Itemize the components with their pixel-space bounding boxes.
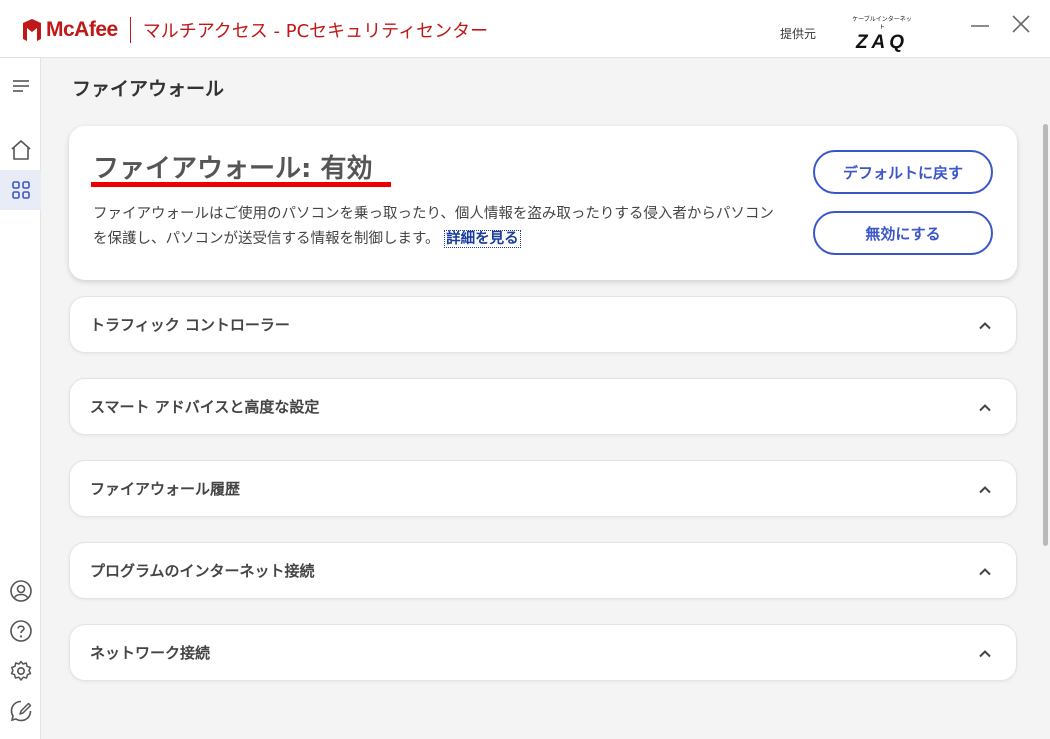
account-button[interactable] bbox=[0, 571, 41, 611]
firewall-status-card: ファイアウォール: 有効 ファイアウォールはご使用のパソコンを乗っ取ったり、個人… bbox=[69, 126, 1017, 280]
close-icon bbox=[1012, 15, 1030, 33]
chevron-up-icon bbox=[979, 650, 991, 658]
chevron-up-icon bbox=[979, 486, 991, 494]
menu-button[interactable] bbox=[0, 66, 41, 106]
feedback-icon bbox=[10, 700, 31, 722]
disable-firewall-button[interactable]: 無効にする bbox=[813, 211, 993, 255]
section-label: ファイアウォール履歴 bbox=[90, 480, 241, 498]
restore-defaults-button[interactable]: デフォルトに戻す bbox=[813, 150, 993, 194]
settings-button[interactable] bbox=[0, 651, 41, 691]
minimize-icon bbox=[971, 25, 989, 27]
section-label: プログラムのインターネット接続 bbox=[90, 562, 315, 580]
menu-icon bbox=[12, 80, 29, 92]
section-program-internet-connections[interactable]: プログラムのインターネット接続 bbox=[69, 542, 1017, 599]
chevron-up-icon bbox=[979, 404, 991, 412]
chevron-up-icon bbox=[979, 322, 991, 330]
firewall-description: ファイアウォールはご使用のパソコンを乗っ取ったり、個人情報を盗み取ったりする侵入… bbox=[93, 202, 783, 252]
help-button[interactable] bbox=[0, 611, 41, 651]
home-button[interactable] bbox=[0, 130, 41, 170]
apps-button[interactable] bbox=[0, 170, 41, 210]
section-traffic-controller[interactable]: トラフィック コントローラー bbox=[69, 296, 1017, 353]
zaq-logo-subtitle: ケーブルインターネット bbox=[852, 16, 912, 31]
firewall-status-title: ファイアウォール: 有効 bbox=[93, 154, 373, 184]
apps-grid-icon bbox=[11, 181, 30, 199]
page-title: ファイアウォール bbox=[72, 78, 225, 100]
brand: McAfee マルチアクセス - PCセキュリティセンター bbox=[22, 16, 488, 44]
settings-gear-icon bbox=[10, 660, 31, 681]
section-label: スマート アドバイスと高度な設定 bbox=[90, 398, 320, 416]
section-firewall-history[interactable]: ファイアウォール履歴 bbox=[69, 460, 1017, 517]
brand-name: McAfee bbox=[46, 18, 118, 41]
mcafee-shield-icon bbox=[22, 19, 42, 41]
brand-divider bbox=[129, 17, 131, 43]
feedback-button[interactable] bbox=[0, 691, 41, 731]
title-bar: McAfee マルチアクセス - PCセキュリティセンター 提供元 ケーブルイン… bbox=[0, 0, 1050, 58]
provider-label: 提供元 bbox=[780, 27, 817, 41]
home-icon bbox=[10, 140, 31, 160]
zaq-logo: ケーブルインターネット ZAQ bbox=[850, 16, 914, 53]
status-highlight-underline bbox=[91, 182, 391, 187]
minimize-button[interactable] bbox=[968, 14, 992, 38]
vertical-scrollbar[interactable] bbox=[1043, 124, 1048, 546]
section-label: トラフィック コントローラー bbox=[90, 316, 290, 334]
close-button[interactable] bbox=[1009, 12, 1033, 36]
zaq-logo-text: ZAQ bbox=[855, 32, 909, 53]
account-icon bbox=[9, 580, 32, 602]
section-label: ネットワーク接続 bbox=[90, 644, 211, 662]
section-network-connections[interactable]: ネットワーク接続 bbox=[69, 624, 1017, 681]
left-nav-rail bbox=[0, 58, 41, 739]
chevron-up-icon bbox=[979, 568, 991, 576]
app-title: マルチアクセス - PCセキュリティセンター bbox=[142, 21, 489, 42]
section-smart-advice[interactable]: スマート アドバイスと高度な設定 bbox=[69, 378, 1017, 435]
help-icon bbox=[9, 620, 32, 642]
firewall-description-text: ファイアウォールはご使用のパソコンを乗っ取ったり、個人情報を盗み取ったりする侵入… bbox=[93, 206, 774, 247]
learn-more-link[interactable]: 詳細を見る bbox=[444, 230, 521, 248]
